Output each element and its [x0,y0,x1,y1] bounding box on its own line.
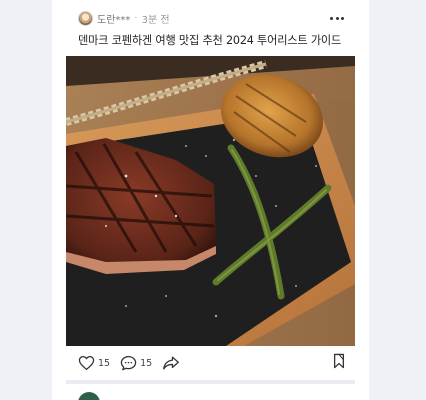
comment-button[interactable]: 15 [120,355,152,371]
post-time: 3분 전 [141,14,170,26]
avatar[interactable] [78,10,93,26]
share-icon [163,356,180,370]
comment-count: 15 [140,357,153,369]
post-actions: 15 15 [78,352,346,374]
like-button[interactable]: 15 [78,355,110,371]
more-options-icon[interactable] [330,13,344,24]
post-image[interactable] [66,56,355,346]
bookmark-icon [333,353,345,369]
post-divider [66,380,355,384]
avatar[interactable] [78,392,100,400]
post-title[interactable]: 덴마크 코펜하겐 여행 맛집 추천 2024 투어리스트 가이드 [78,32,348,48]
share-button[interactable] [162,355,180,371]
bookmark-button[interactable] [332,353,346,373]
separator-dot: · [134,12,138,24]
post-header: 도란*** · 3분 전 [78,8,344,28]
like-count: 15 [98,357,111,369]
next-post-header [78,392,100,400]
heart-icon [78,355,95,371]
author-name[interactable]: 도란*** [97,11,130,26]
comment-icon [120,355,137,371]
feed-card: 도란*** · 3분 전 덴마크 코펜하겐 여행 맛집 추천 2024 투어리스… [52,0,369,400]
